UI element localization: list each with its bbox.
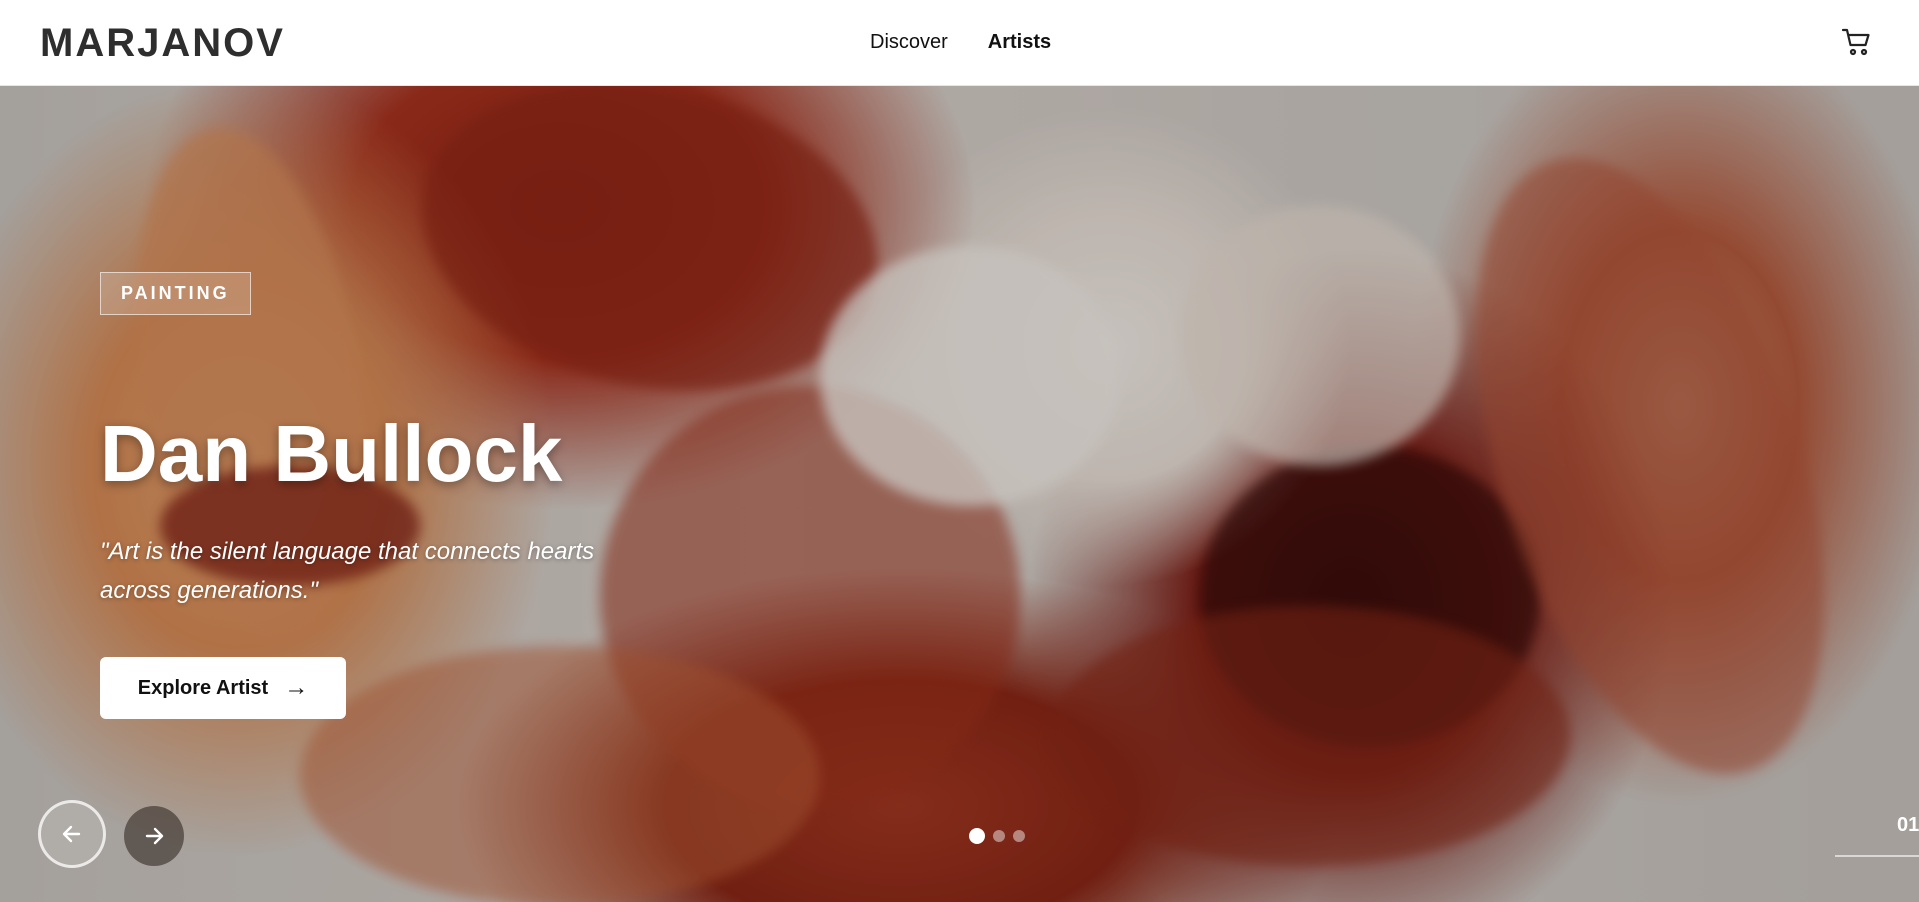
arrow-left-icon: [62, 825, 81, 843]
explore-artist-label: Explore Artist: [137, 676, 269, 699]
slide-progress-line: [1835, 855, 1919, 857]
shopping-cart-icon[interactable]: [1841, 26, 1873, 58]
slide-dot-3[interactable]: [1013, 830, 1025, 842]
artist-name: Dan Bullock: [100, 409, 563, 498]
artist-quote: "Art is the silent language that connect…: [100, 538, 595, 604]
arrow-right-icon: →: [284, 674, 309, 701]
nav-discover[interactable]: Discover: [870, 30, 948, 54]
hero-slider: PAINTING Dan Bullock "Art is the silent …: [0, 86, 1919, 902]
category-badge: PAINTING: [100, 272, 251, 315]
site-header: MARJANOV Discover Artists: [0, 0, 1919, 86]
arrow-right-icon: [145, 827, 164, 845]
explore-artist-button[interactable]: Explore Artist →: [100, 657, 346, 719]
slide-counter: 01: [1897, 814, 1919, 836]
slide-dot-2[interactable]: [993, 830, 1005, 842]
next-slide-button[interactable]: [124, 806, 184, 866]
slide-dot-1[interactable]: [969, 828, 985, 844]
main-nav: Discover Artists: [870, 30, 1051, 54]
nav-artists[interactable]: Artists: [988, 30, 1051, 54]
brand-logo[interactable]: MARJANOV: [40, 20, 285, 66]
slide-indicators: [969, 828, 1025, 844]
prev-slide-button[interactable]: [38, 800, 106, 868]
